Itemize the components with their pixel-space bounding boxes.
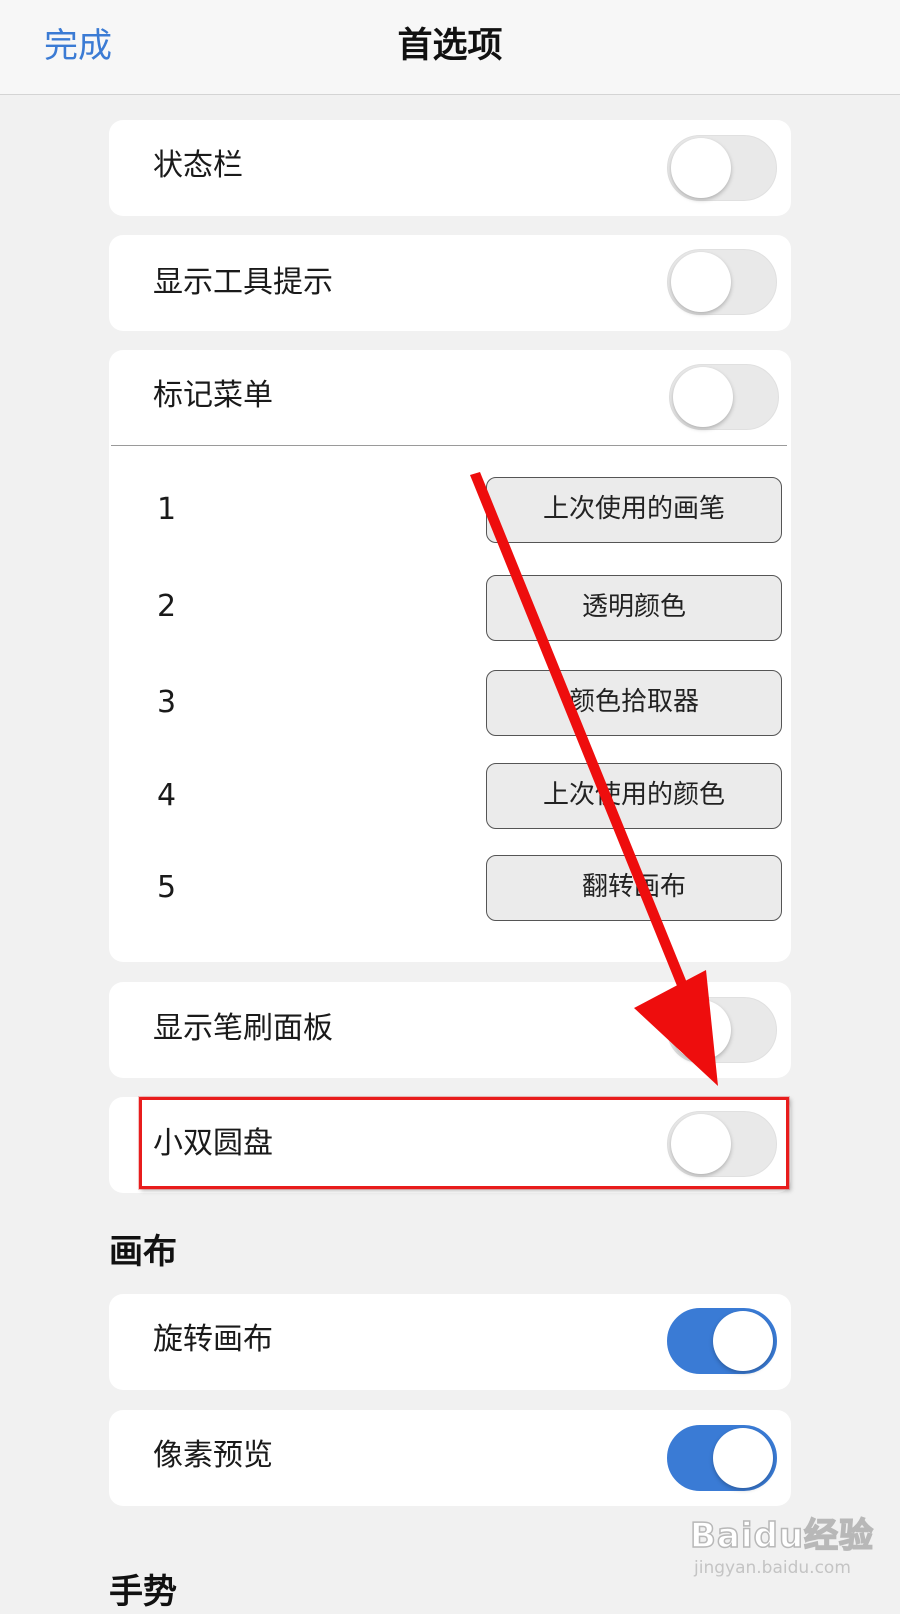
marking-menu-label: 标记菜单	[153, 378, 273, 413]
pixel-preview-toggle[interactable]	[667, 1425, 777, 1491]
toggle-knob	[671, 138, 731, 198]
brush-panel-row: 显示笔刷面板	[109, 982, 791, 1078]
page-title: 首选项	[397, 26, 503, 66]
toggle-knob	[713, 1428, 773, 1488]
watermark-logo: Baidu经验	[689, 1515, 875, 1557]
toggle-knob	[671, 252, 731, 312]
toggle-knob	[673, 367, 733, 427]
status-bar-row: 状态栏	[109, 120, 791, 216]
toggle-knob	[671, 1000, 731, 1060]
divider	[111, 445, 787, 446]
menu-slot-number: 4	[157, 778, 177, 813]
rotate-canvas-row: 旋转画布	[109, 1294, 791, 1390]
tooltips-row: 显示工具提示	[109, 235, 791, 331]
section-title-canvas: 画布	[109, 1232, 177, 1272]
double-puck-toggle[interactable]	[667, 1111, 777, 1177]
menu-slot-number: 2	[157, 589, 177, 624]
menu-slot-number: 3	[157, 685, 177, 720]
rotate-canvas-toggle[interactable]	[667, 1308, 777, 1374]
marking-menu-toggle[interactable]	[669, 364, 779, 430]
status-bar-toggle[interactable]	[667, 135, 777, 201]
toggle-knob	[713, 1311, 773, 1371]
pixel-preview-row: 像素预览	[109, 1410, 791, 1506]
rotate-canvas-label: 旋转画布	[153, 1322, 273, 1357]
double-puck-label: 小双圆盘	[153, 1126, 273, 1161]
toggle-knob	[671, 1114, 731, 1174]
tooltips-toggle[interactable]	[667, 249, 777, 315]
done-button[interactable]: 完成	[44, 22, 112, 70]
brush-panel-label: 显示笔刷面板	[153, 1011, 333, 1046]
menu-slot-button[interactable]: 颜色拾取器	[486, 670, 782, 736]
status-bar-label: 状态栏	[153, 148, 243, 183]
nav-bar: 首选项 完成	[0, 0, 900, 95]
menu-slot-button[interactable]: 上次使用的颜色	[486, 763, 782, 829]
watermark-url: jingyan.baidu.com	[694, 1558, 851, 1578]
marking-menu-card: 标记菜单 1 上次使用的画笔 2 透明颜色 3 颜色拾取器 4 上次使用的颜色 …	[109, 350, 791, 962]
brush-panel-toggle[interactable]	[667, 997, 777, 1063]
menu-slot-number: 5	[157, 870, 177, 905]
menu-slot-button[interactable]: 透明颜色	[486, 575, 782, 641]
pixel-preview-label: 像素预览	[153, 1438, 273, 1473]
menu-slot-number: 1	[157, 492, 177, 527]
menu-slot-button[interactable]: 翻转画布	[486, 855, 782, 921]
tooltips-label: 显示工具提示	[153, 265, 333, 300]
double-puck-row: 小双圆盘	[109, 1097, 791, 1193]
section-title-gestures: 手势	[109, 1572, 177, 1612]
menu-slot-button[interactable]: 上次使用的画笔	[486, 477, 782, 543]
watermark: Baidu经验 jingyan.baidu.com	[689, 1500, 890, 1590]
